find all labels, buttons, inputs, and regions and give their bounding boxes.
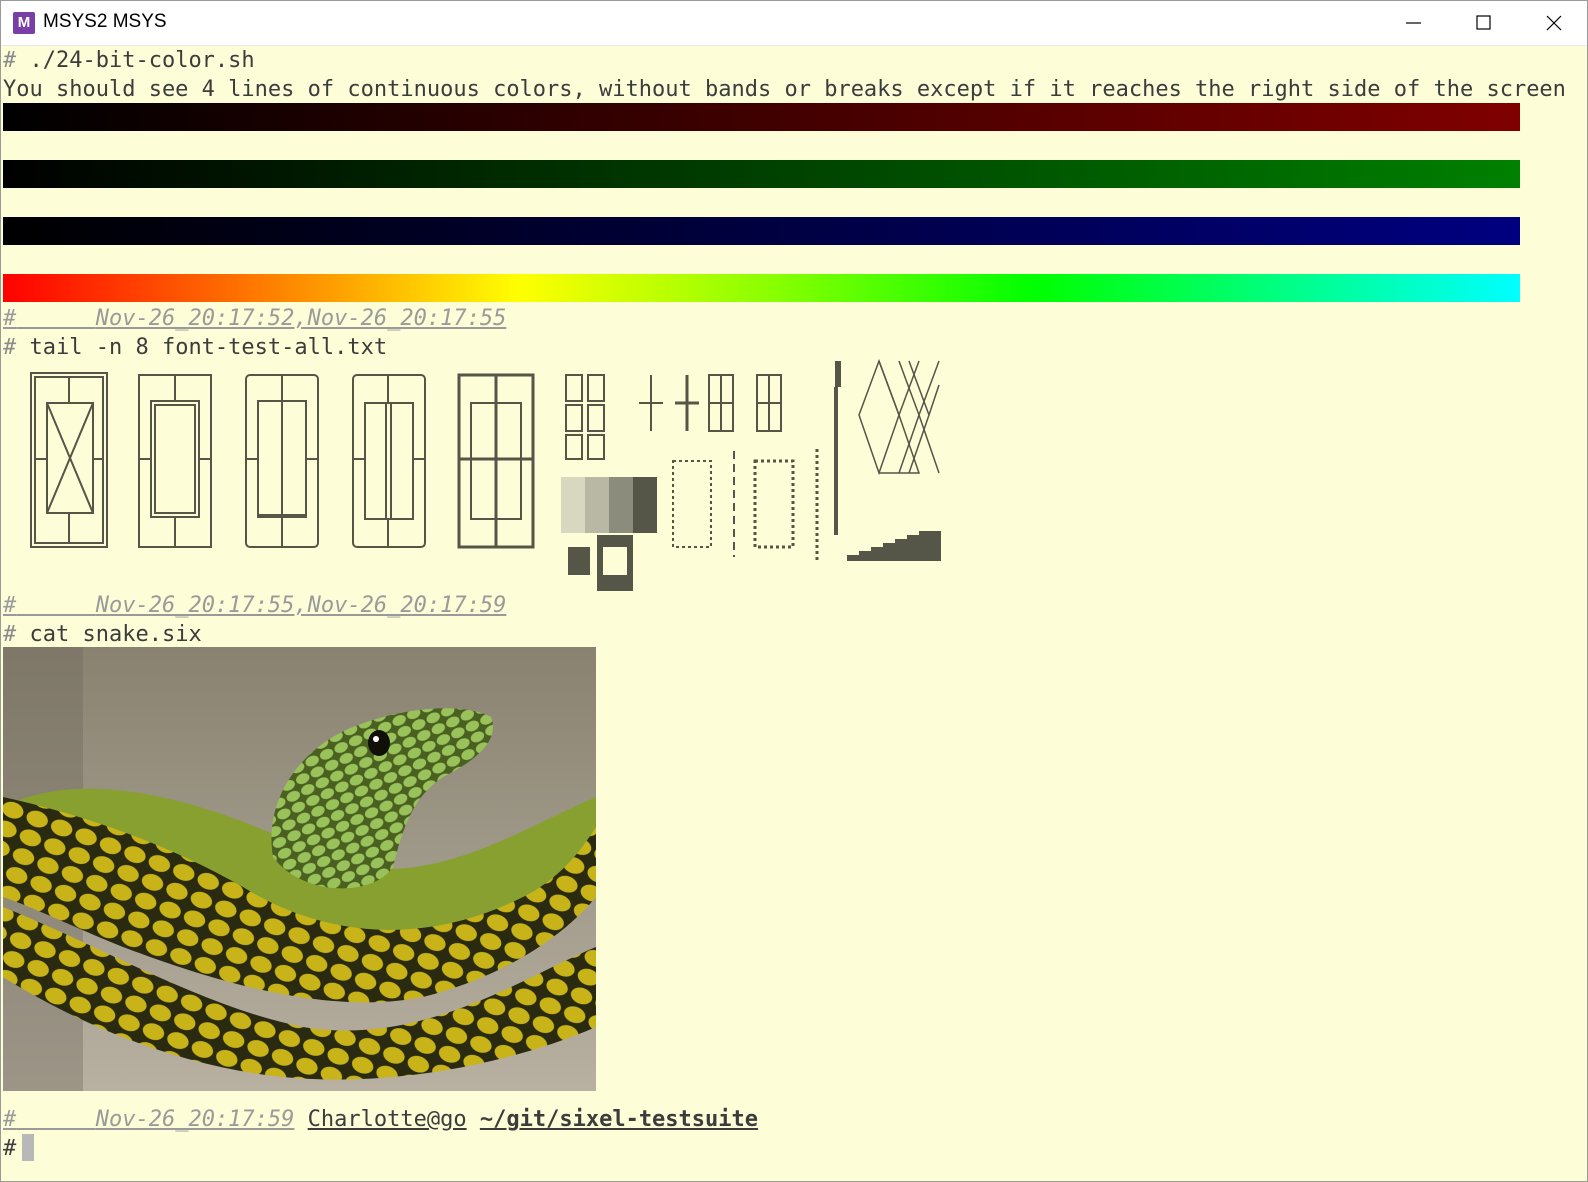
prompt-hash: # [3,593,17,618]
box-glyph-1 [30,372,108,548]
close-button[interactable] [1519,1,1588,45]
box-glyph-3 [245,374,319,548]
box-glyph-5 [457,373,535,549]
maximize-button[interactable] [1449,1,1519,45]
user-host: Charlotte@go [307,1107,467,1132]
timestamp: Nov-26_20:17:52,Nov-26_20:17:55 [95,306,507,331]
command-line-3: # cat snake.six [3,620,202,649]
color-bar-rainbow [3,274,1520,302]
dashed-lines [672,449,819,561]
minimize-icon [1406,22,1421,24]
box-drawing-glyphs [30,358,941,591]
prompt-info-line: # Nov-26_20:17:59 Charlotte@go ~/git/six… [3,1105,758,1134]
window-title: MSYS2 MSYS [43,11,167,32]
timestamp-line-1: # Nov-26_20:17:52,Nov-26_20:17:55 [3,304,506,333]
maximize-icon [1476,15,1491,30]
active-prompt-line[interactable]: # [3,1134,35,1163]
timestamp: Nov-26_20:17:59 [95,1107,295,1132]
title-bar[interactable]: M MSYS2 MSYS [1,1,1587,46]
color-bar-red [3,103,1520,131]
color-bar-blue [3,217,1520,245]
output-message: You should see 4 lines of continuous col… [3,77,1566,102]
prompt-hash: # [3,1136,17,1161]
box-glyph-4 [352,374,426,548]
timestamp-line-2: # Nov-26_20:17:55,Nov-26_20:17:59 [3,591,506,620]
command-text: cat snake.six [29,622,202,647]
terminal-output[interactable]: # ./24-bit-color.sh You should see 4 lin… [3,45,1573,1179]
close-icon [1546,15,1562,31]
prompt-hash: # [3,1107,17,1132]
ascending-blocks [847,531,941,561]
box-glyph-2 [138,374,212,548]
command-text: ./24-bit-color.sh [29,48,255,73]
current-path: ~/git/sixel-testsuite [479,1107,759,1132]
command-line-1: # ./24-bit-color.sh [3,46,255,75]
msys2-app-icon[interactable]: M [13,12,35,34]
shade-blocks [561,477,657,591]
text-cursor[interactable] [22,1134,35,1161]
diagonal-lattice [858,358,940,476]
box-glyph-small-set [565,374,782,460]
snake-image [3,647,596,1091]
timestamp: Nov-26_20:17:55,Nov-26_20:17:59 [95,593,507,618]
prompt-hash: # [3,306,17,331]
vertical-eighths [834,361,841,535]
prompt-hash: # [3,48,17,73]
color-bar-green [3,160,1520,188]
prompt-hash: # [3,622,17,647]
terminal-window: M MSYS2 MSYS # ./24-bit-color.sh You sho… [0,0,1588,1182]
minimize-button[interactable] [1379,1,1449,45]
